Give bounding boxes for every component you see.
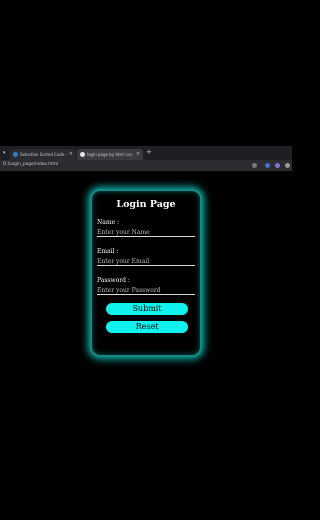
tab-title: Selection Sorted Code - Interp (20, 152, 67, 157)
tab-selection-sort[interactable]: Selection Sorted Code - Interp × (10, 149, 76, 160)
google-favicon-icon (80, 152, 85, 157)
browser-window: ▾ Selection Sorted Code - Interp × login… (0, 146, 292, 373)
tab-favicon-icon (13, 152, 18, 157)
close-tab-icon[interactable]: × (136, 152, 140, 157)
extension-icon[interactable] (265, 163, 270, 168)
close-tab-icon[interactable]: × (69, 152, 73, 157)
tab-title: login page by html css - Goog (87, 152, 134, 157)
login-card: Login Page Name : Email : Password : Sub… (90, 189, 202, 357)
address-bar[interactable]: D:/Login_page/index.html (0, 160, 292, 171)
reset-button[interactable]: Reset (106, 321, 188, 333)
email-input[interactable] (97, 258, 195, 266)
page-viewport: Login Page Name : Email : Password : Sub… (0, 171, 292, 373)
submit-button[interactable]: Submit (106, 303, 188, 315)
star-icon[interactable] (252, 163, 257, 168)
tab-search-icon[interactable]: ▾ (3, 150, 6, 156)
profile-icon[interactable] (275, 163, 280, 168)
name-input[interactable] (97, 229, 195, 237)
url-text: D:/Login_page/index.html (3, 162, 59, 167)
password-input[interactable] (97, 287, 195, 295)
login-title: Login Page (116, 199, 176, 210)
email-label: Email : (97, 248, 119, 255)
tab-strip: ▾ Selection Sorted Code - Interp × login… (0, 146, 292, 160)
name-label: Name : (97, 219, 119, 226)
new-tab-button[interactable]: + (146, 149, 152, 156)
password-label: Password : (97, 277, 130, 284)
tab-google-search[interactable]: login page by html css - Goog × (77, 149, 143, 160)
menu-icon[interactable] (285, 163, 290, 168)
